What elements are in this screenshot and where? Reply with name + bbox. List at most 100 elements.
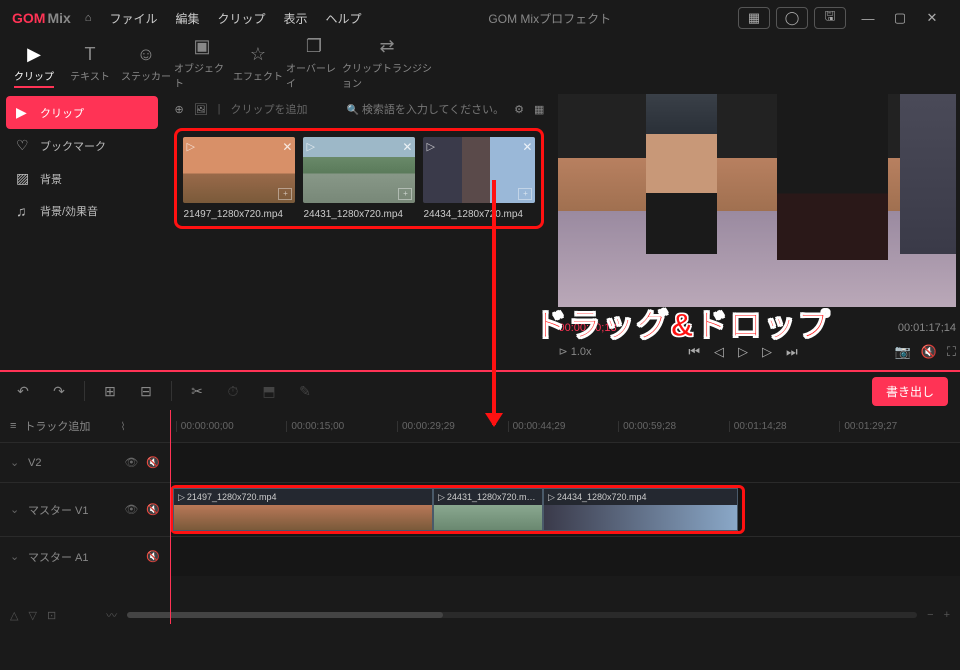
close-button[interactable]: ✕ (916, 10, 948, 26)
timeline-clip[interactable]: ▷21497_1280x720.mp4 (173, 488, 433, 531)
skip-end-icon[interactable]: ⏭ (786, 344, 798, 360)
clip-card[interactable]: ▷ ✕ + 24434_1280x720.mp4 (423, 137, 535, 220)
zoom-slider-plus[interactable]: + (944, 609, 950, 621)
add-track-button[interactable]: トラック追加 (24, 418, 90, 434)
layout-icon[interactable]: ▦ (738, 7, 770, 29)
menu-help[interactable]: ヘルプ (326, 10, 362, 27)
ruler-tick: 00:00:44;29 (508, 421, 619, 432)
tab-transition[interactable]: ⇄クリップトランジション (342, 38, 432, 88)
playhead[interactable] (170, 410, 171, 624)
skip-start-icon[interactable]: ⏮ (688, 344, 700, 360)
tab-effect[interactable]: ☆エフェクト (230, 38, 286, 88)
maximize-button[interactable]: ▢ (884, 10, 916, 26)
mute-track-icon[interactable]: 🔇 (146, 456, 160, 469)
chevron-down-icon[interactable]: ⌄ (10, 503, 20, 516)
magnet-icon[interactable]: ⌇ (120, 420, 125, 433)
clip-card[interactable]: ▷ ✕ + 24431_1280x720.mp4 (303, 137, 415, 220)
minimize-button[interactable]: — (852, 11, 884, 26)
horizontal-scrollbar[interactable] (127, 612, 917, 618)
chevron-down-icon[interactable]: ⌄ (10, 456, 20, 469)
step-back-icon[interactable]: ◁ (714, 344, 724, 360)
track-lane[interactable] (170, 443, 960, 482)
track-head[interactable]: ⌄ マスター A1 🔇 (0, 549, 170, 565)
sidebar-item-bookmark[interactable]: ♡ブックマーク (6, 129, 158, 162)
tab-object[interactable]: ▣オブジェクト (174, 38, 230, 88)
play-icon[interactable]: ▷ (738, 344, 748, 360)
undo-icon[interactable]: ↶ (12, 383, 34, 400)
timeline-clip[interactable]: ▷24434_1280x720.mp4 (543, 488, 738, 531)
chevron-down-icon[interactable]: ⌄ (10, 550, 20, 563)
add-to-timeline-icon[interactable]: + (278, 188, 292, 200)
step-fwd-icon[interactable]: ▷ (762, 344, 772, 360)
add-to-timeline-icon[interactable]: + (398, 188, 412, 200)
sidebar-bgm-label: 背景/効果音 (40, 203, 98, 219)
export-button[interactable]: 書き出し (872, 377, 948, 406)
add-image-icon[interactable]: 🖼 (194, 103, 208, 116)
sidebar-item-bgm[interactable]: ♫背景/効果音 (6, 195, 158, 227)
menu-file[interactable]: ファイル (109, 10, 157, 27)
clip-thumbnail[interactable]: ▷ ✕ + (423, 137, 535, 203)
tracks-menu-icon[interactable]: ≡ (10, 420, 16, 432)
sidebar-item-clip[interactable]: ▶クリップ (6, 96, 158, 129)
track-head[interactable]: ⌄ マスター V1 👁🔇 (0, 502, 170, 518)
speed-indicator[interactable]: ⊳ 1.0x (558, 345, 591, 358)
fullscreen-icon[interactable]: ⛶ (947, 344, 956, 360)
tab-transition-label: クリップトランジション (342, 60, 432, 90)
tl-clip-name: 24434_1280x720.mp4 (557, 492, 647, 502)
clip-card[interactable]: ▷ ✕ + 21497_1280x720.mp4 (183, 137, 295, 220)
remove-media-icon[interactable]: ⊟ (135, 383, 157, 400)
tab-overlay[interactable]: ❐オーバーレイ (286, 38, 342, 88)
mute-icon[interactable]: 🔇 (921, 344, 937, 360)
project-title: GOM Mixプロフェクト (362, 10, 738, 27)
track-v1: ⌄ マスター V1 👁🔇 ▷21497_1280x720.mp4 ▷24431_… (0, 482, 960, 536)
remove-clip-icon[interactable]: ✕ (522, 140, 532, 154)
ruler-tick: 00:00:00;00 (176, 421, 287, 432)
tab-object-label: オブジェクト (174, 60, 230, 90)
mute-track-icon[interactable]: 🔇 (146, 503, 160, 516)
home-icon[interactable]: ⌂ (85, 12, 92, 24)
menu-edit[interactable]: 編集 (175, 10, 199, 27)
remove-clip-icon[interactable]: ✕ (282, 140, 292, 154)
cut-icon[interactable]: ✂ (186, 383, 208, 400)
menu-view[interactable]: 表示 (284, 10, 308, 27)
brush-icon[interactable]: ✎ (294, 383, 316, 400)
redo-icon[interactable]: ↷ (48, 383, 70, 400)
account-icon[interactable]: ◯ (776, 7, 808, 29)
clip-name: 24434_1280x720.mp4 (423, 209, 535, 220)
zoom-out-icon[interactable]: △ (10, 609, 18, 622)
timeline-clip[interactable]: ▷24431_1280x720.m… (433, 488, 543, 531)
tab-sticker[interactable]: ☺ステッカー (118, 38, 174, 88)
tab-text[interactable]: Tテキスト (62, 38, 118, 88)
zoom-in-icon[interactable]: ▽ (28, 609, 36, 622)
filter-icon[interactable]: ⚙ (514, 103, 524, 116)
menu-clip[interactable]: クリップ (217, 10, 265, 27)
clip-thumbnail[interactable]: ▷ ✕ + (303, 137, 415, 203)
add-folder-icon[interactable]: ⊕ (174, 103, 183, 116)
waveform-icon[interactable]: 〰 (106, 607, 117, 623)
save-icon[interactable]: 🖫 (814, 7, 846, 29)
zoom-fit-icon[interactable]: ⊡ (47, 609, 56, 622)
add-to-timeline-icon[interactable]: + (518, 188, 532, 200)
mute-track-icon[interactable]: 🔇 (146, 550, 160, 563)
background-icon: ▨ (16, 170, 32, 187)
tab-clip[interactable]: ▶クリップ (6, 38, 62, 88)
preview-controls: 00:00:00;13 00:01:17;14 (558, 315, 956, 341)
zoom-slider-minus[interactable]: − (927, 609, 933, 621)
add-media-icon[interactable]: ⊞ (99, 383, 121, 400)
preview-video[interactable] (558, 94, 956, 307)
eye-icon[interactable]: 👁 (124, 456, 138, 469)
grid-view-icon[interactable]: ▦ (534, 103, 544, 116)
sidebar-item-background[interactable]: ▨背景 (6, 162, 158, 195)
track-lane[interactable]: ▷21497_1280x720.mp4 ▷24431_1280x720.m… ▷… (170, 483, 960, 536)
tab-sticker-label: ステッカー (121, 68, 171, 83)
crop-icon[interactable]: ⬒ (258, 383, 280, 400)
speed-icon[interactable]: ⏱ (222, 383, 244, 400)
track-lane[interactable] (170, 537, 960, 576)
snapshot-icon[interactable]: 📷 (895, 344, 911, 360)
remove-clip-icon[interactable]: ✕ (402, 140, 412, 154)
eye-icon[interactable]: 👁 (124, 503, 138, 516)
clip-thumbnail[interactable]: ▷ ✕ + (183, 137, 295, 203)
track-head[interactable]: ⌄ V2 👁🔇 (0, 456, 170, 469)
search-input[interactable]: 検索語を入力してください。 (347, 101, 505, 117)
time-ruler[interactable]: 00:00:00;00 00:00:15;00 00:00:29;29 00:0… (176, 421, 950, 432)
